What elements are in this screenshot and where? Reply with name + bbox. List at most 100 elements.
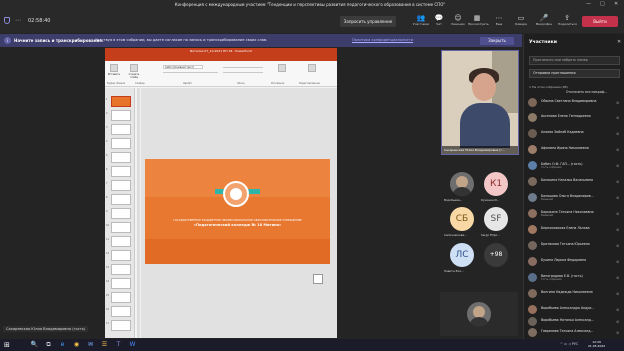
windows-start-icon[interactable]: ⊞ bbox=[4, 341, 10, 349]
invite-input[interactable]: Пригласить или набрать номер bbox=[529, 56, 620, 65]
font-name-select[interactable]: Calibri (Основной текст) bbox=[163, 65, 203, 69]
speaker-video[interactable]: Сахаревская Юлия Владимировна (г... bbox=[441, 50, 519, 155]
mic-muted-icon: ⊘ bbox=[616, 275, 620, 280]
maximize-button[interactable]: □ bbox=[600, 1, 605, 7]
file-explorer-icon[interactable]: ☰ bbox=[100, 341, 109, 349]
paragraph-tools-row bbox=[223, 67, 263, 68]
slide-thumbnail[interactable] bbox=[111, 264, 131, 275]
participant-row[interactable]: Виноградова Е.В. (гость) Гость собрания ⊘ bbox=[528, 273, 622, 283]
paste-button[interactable]: Вставить bbox=[107, 64, 121, 76]
avatar bbox=[528, 257, 537, 266]
slide-thumbnail[interactable] bbox=[111, 292, 131, 303]
participant-row[interactable]: Бережковская Елена Льнова ⊘ bbox=[528, 225, 622, 235]
more-button[interactable]: ⋯ Еще bbox=[490, 14, 508, 27]
participant-row[interactable]: Воробьева Наталья Александ... ⊘ bbox=[528, 317, 622, 327]
window-title: Конференция с международным участием "Те… bbox=[174, 2, 446, 7]
word-icon[interactable]: W bbox=[128, 341, 137, 349]
close-window-button[interactable]: ✕ bbox=[614, 1, 618, 7]
group-paragraph: Абзац bbox=[237, 82, 245, 85]
avatar bbox=[528, 317, 537, 326]
close-icon[interactable]: ✕ bbox=[617, 39, 621, 45]
drawing-button[interactable] bbox=[275, 64, 289, 73]
microphone-icon: 🎤 bbox=[539, 14, 549, 22]
editing-button[interactable] bbox=[305, 64, 319, 73]
share-button[interactable]: ⇪ Поделиться bbox=[558, 14, 577, 27]
mic-muted-icon: ⊘ bbox=[616, 259, 620, 264]
participant-row[interactable]: Алиева Зайнаб Кадиевна ⊘ bbox=[528, 129, 622, 139]
slide-thumbnail[interactable] bbox=[111, 236, 131, 247]
current-slide[interactable]: ГОСУДАРСТВЕННОЕ БЮДЖЕТНОЕ ПРОФЕССИОНАЛЬН… bbox=[145, 159, 330, 264]
notes-icon[interactable] bbox=[313, 274, 323, 284]
search-icon[interactable]: 🔍 bbox=[30, 341, 39, 349]
microphone-button[interactable]: 🎤 Микрофон bbox=[535, 14, 553, 27]
request-control-button[interactable]: Запросить управление bbox=[340, 16, 396, 27]
minimize-button[interactable]: — bbox=[586, 1, 591, 7]
slide-thumbnail[interactable] bbox=[111, 320, 131, 331]
slide-thumbnail[interactable] bbox=[111, 152, 131, 163]
participant-row[interactable]: Букина Лариса Федоровна ⊘ bbox=[528, 257, 622, 267]
camera-button[interactable]: ▭ Камера bbox=[512, 14, 530, 27]
participant-row[interactable]: Барыкина Татьяна Николаевна Внешний ⊘ bbox=[528, 209, 622, 219]
participant-avatar[interactable]: ЛС bbox=[450, 243, 474, 267]
banner-close-button[interactable]: Закрыть bbox=[480, 37, 514, 45]
participant-row[interactable]: Гаврилова Татьяна Александ... ⊘ bbox=[528, 328, 622, 338]
participants-button[interactable]: 👥 Участники bbox=[412, 14, 430, 27]
more-participants-avatar[interactable]: +98 bbox=[484, 243, 508, 267]
system-tray[interactable]: ^ ▭ ◁ РУС bbox=[560, 342, 578, 346]
slide-thumbnail[interactable] bbox=[111, 222, 131, 233]
participant-row[interactable]: Волгина Надежда Николаевна ⊘ bbox=[528, 289, 622, 299]
mute-all-button[interactable]: Отключить все микроф... bbox=[566, 90, 607, 94]
participant-row[interactable]: Балакина Наталья Васильевна ⊘ bbox=[528, 177, 622, 187]
clock[interactable]: 12:29 21.05.2022 bbox=[588, 340, 605, 348]
chrome-icon[interactable]: ◉ bbox=[72, 341, 81, 349]
participant-row[interactable]: Воробьева Александра Андре... ⊘ bbox=[528, 305, 622, 315]
slide-thumbnail[interactable] bbox=[111, 180, 131, 191]
participant-row[interactable]: Балашова Ольга Владимиров... Внешний ⊘ bbox=[528, 193, 622, 203]
participant-tile-name: Sergo Filipo... bbox=[481, 233, 500, 237]
recording-banner: i Начните запись и транскрибирование. Уч… bbox=[0, 34, 522, 47]
reactions-button[interactable]: ☺ Реакции bbox=[449, 14, 467, 27]
thumbnails-scrollbar[interactable] bbox=[137, 88, 140, 338]
taskbar: ⊞ 🔍 ⧉ e ◉ ✉ ☰ T W ^ ▭ ◁ РУС 12:29 21.05.… bbox=[0, 339, 624, 351]
slide-thumbnail[interactable] bbox=[111, 166, 131, 177]
participant-avatar[interactable]: СБ bbox=[450, 207, 474, 231]
avatar bbox=[528, 161, 537, 170]
edge-icon[interactable]: e bbox=[58, 341, 67, 349]
slide-thumbnail[interactable] bbox=[111, 96, 131, 107]
shield-icon bbox=[4, 17, 10, 24]
participant-avatar[interactable]: SF bbox=[484, 207, 508, 231]
share-icon: ⇪ bbox=[564, 14, 570, 22]
chat-button[interactable]: 💬 Чат bbox=[430, 14, 448, 27]
participant-row[interactable]: Аксенова Елена Геннадьевна ⊘ bbox=[528, 113, 622, 123]
participant-row[interactable]: Ойкина Светлана Владимировна ⊘ bbox=[528, 98, 622, 108]
participant-tile-name: Воробьева... bbox=[444, 198, 463, 202]
mic-muted-icon: ⊘ bbox=[616, 115, 620, 120]
new-slide-button[interactable]: Создать слайд bbox=[127, 64, 141, 79]
privacy-link[interactable]: Политика конфиденциальности bbox=[352, 38, 413, 42]
shapes-icon bbox=[278, 64, 286, 72]
slide-thumbnail[interactable] bbox=[111, 250, 131, 261]
view-button[interactable]: ▦ Просмотреть bbox=[468, 14, 489, 27]
teams-icon[interactable]: T bbox=[114, 341, 123, 349]
slide-thumbnail[interactable] bbox=[111, 124, 131, 135]
slide-thumbnail[interactable] bbox=[111, 194, 131, 205]
mail-icon[interactable]: ✉ bbox=[86, 341, 95, 349]
self-video-tile[interactable] bbox=[440, 292, 518, 336]
more-options-icon[interactable]: ⋯ bbox=[15, 17, 21, 24]
leave-button[interactable]: Выйти bbox=[582, 16, 618, 27]
slide-thumbnail[interactable] bbox=[111, 110, 131, 121]
participant-row[interactable]: Бритикова Татьяна Юрьевна ⊘ bbox=[528, 241, 622, 251]
participant-photo-avatar[interactable] bbox=[450, 172, 474, 196]
participant-row[interactable]: Афонина Ирина Николаевна ⊘ bbox=[528, 145, 622, 155]
share-invite-button[interactable]: Отправка приглашения bbox=[529, 69, 620, 78]
avatar bbox=[528, 225, 537, 234]
slide-thumbnail[interactable] bbox=[111, 208, 131, 219]
in-meeting-section[interactable]: ∨ На этом собрании (98) bbox=[529, 85, 621, 89]
slide-thumbnail[interactable] bbox=[111, 278, 131, 289]
participant-row[interactable]: Бабич О.Ф. ГАП... (гость) Гость собрания ⊘ bbox=[528, 161, 622, 171]
slide-thumbnail[interactable] bbox=[111, 306, 131, 317]
slide-thumbnail[interactable] bbox=[111, 138, 131, 149]
task-view-icon[interactable]: ⧉ bbox=[44, 341, 53, 349]
participant-avatar[interactable]: К1 bbox=[484, 172, 508, 196]
avatar bbox=[528, 129, 537, 138]
